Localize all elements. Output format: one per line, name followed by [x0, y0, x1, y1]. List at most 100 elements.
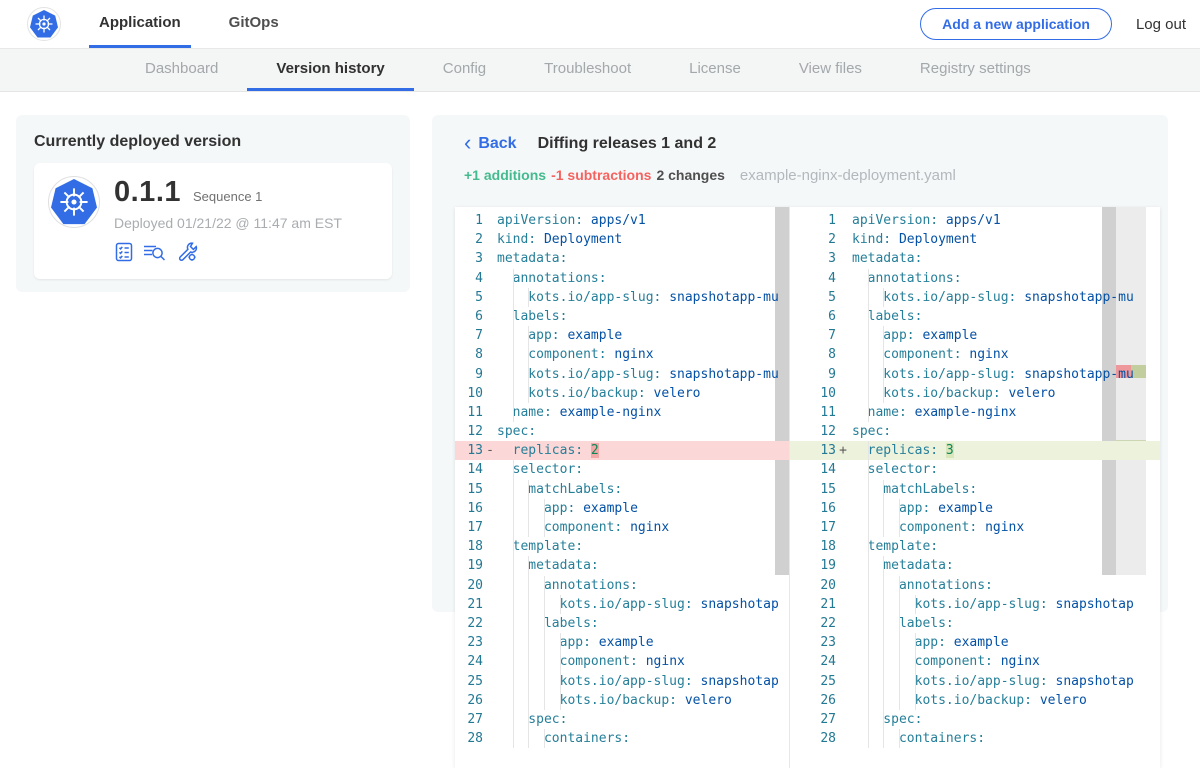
- add-application-button[interactable]: Add a new application: [920, 8, 1112, 40]
- indent-guide: [899, 614, 900, 633]
- indent-guide: [883, 480, 884, 499]
- indent-guide: [899, 652, 900, 671]
- subnav-view-files[interactable]: View files: [770, 49, 891, 91]
- diff-line: 20 annotations:: [790, 576, 1160, 595]
- indent-guide: [544, 576, 545, 595]
- indent-guide: [560, 595, 561, 614]
- line-number: 10: [790, 384, 836, 403]
- indent-guide: [560, 652, 561, 671]
- diff-line: 13+ replicas: 3: [790, 441, 1160, 460]
- indent-guide: [868, 556, 869, 575]
- line-number: 11: [790, 403, 836, 422]
- deployed-version-tile: 0.1.1 Sequence 1 Deployed 01/21/22 @ 11:…: [34, 163, 392, 279]
- indent-guide: [883, 595, 884, 614]
- line-number: 28: [790, 729, 836, 748]
- preflight-checklist-icon[interactable]: [114, 242, 134, 262]
- diff-line: 16 app: example: [790, 499, 1160, 518]
- diff-line: 18 template:: [455, 537, 789, 556]
- diff-line: 26 kots.io/backup: velero: [790, 691, 1160, 710]
- line-number: 23: [790, 633, 836, 652]
- diff-line: 4 annotations:: [790, 269, 1160, 288]
- indent-guide: [513, 499, 514, 518]
- line-number: 22: [790, 614, 836, 633]
- indent-guide: [513, 672, 514, 691]
- diff-line: 27 spec:: [455, 710, 789, 729]
- indent-guide: [899, 576, 900, 595]
- diff-line: 12spec:: [455, 422, 789, 441]
- back-label: Back: [478, 135, 516, 153]
- subnav-config[interactable]: Config: [414, 49, 515, 91]
- indent-guide: [883, 633, 884, 652]
- diff-line: 21 kots.io/app-slug: snapshotap: [455, 595, 789, 614]
- diff-line: 3metadata:: [455, 249, 789, 268]
- line-number: 25: [455, 672, 483, 691]
- back-button[interactable]: ‹ Back: [464, 135, 517, 153]
- line-number: 26: [790, 691, 836, 710]
- line-number: 16: [790, 499, 836, 518]
- subnav-license[interactable]: License: [660, 49, 770, 91]
- diff-line: 9 kots.io/app-slug: snapshotapp-mu: [790, 365, 1160, 384]
- indent-guide: [883, 499, 884, 518]
- logout-link[interactable]: Log out: [1136, 16, 1186, 33]
- additions-count: +1 additions: [464, 167, 546, 183]
- indent-guide: [513, 537, 514, 556]
- deployed-sequence: Sequence 1: [193, 189, 262, 204]
- indent-guide: [513, 710, 514, 729]
- ship-wheel-icon: [34, 14, 54, 34]
- diff-line: 11 name: example-nginx: [455, 403, 789, 422]
- line-number: 15: [790, 480, 836, 499]
- release-notes-icon[interactable]: [143, 242, 167, 262]
- indent-guide: [868, 633, 869, 652]
- diff-line: 10 kots.io/backup: velero: [455, 384, 789, 403]
- indent-guide: [528, 595, 529, 614]
- line-number: 2: [455, 230, 483, 249]
- indent-guide: [899, 691, 900, 710]
- top-nav: Application GitOps Add a new application…: [0, 0, 1200, 48]
- diff-line: 3metadata:: [790, 249, 1160, 268]
- line-number: 16: [455, 499, 483, 518]
- indent-guide: [513, 576, 514, 595]
- tab-gitops[interactable]: GitOps: [219, 0, 289, 48]
- diff-line: 11 name: example-nginx: [790, 403, 1160, 422]
- line-number: 3: [790, 249, 836, 268]
- indent-guide: [868, 537, 869, 556]
- line-number: 18: [790, 537, 836, 556]
- line-number: 20: [455, 576, 483, 595]
- indent-guide: [513, 403, 514, 422]
- diff-line: 26 kots.io/backup: velero: [455, 691, 789, 710]
- subnav-troubleshoot[interactable]: Troubleshoot: [515, 49, 660, 91]
- config-tools-icon[interactable]: [176, 241, 198, 262]
- indent-guide: [883, 652, 884, 671]
- chevron-left-icon: ‹: [464, 136, 471, 150]
- tab-application[interactable]: Application: [89, 0, 191, 48]
- indent-guide: [868, 614, 869, 633]
- indent-guide: [868, 710, 869, 729]
- diff-line: 28 containers:: [790, 729, 1160, 748]
- line-number: 9: [455, 365, 483, 384]
- indent-guide: [544, 672, 545, 691]
- diff-line: 10 kots.io/backup: velero: [790, 384, 1160, 403]
- line-number: 22: [455, 614, 483, 633]
- line-number: 14: [455, 460, 483, 479]
- subnav-registry-settings[interactable]: Registry settings: [891, 49, 1060, 91]
- indent-guide: [544, 518, 545, 537]
- subnav-version-history[interactable]: Version history: [247, 49, 413, 91]
- subnav-dashboard[interactable]: Dashboard: [116, 49, 247, 91]
- indent-guide: [513, 556, 514, 575]
- line-number: 4: [790, 269, 836, 288]
- diff-line: 14 selector:: [790, 460, 1160, 479]
- line-number: 24: [455, 652, 483, 671]
- line-number: 7: [455, 326, 483, 345]
- line-number: 26: [455, 691, 483, 710]
- indent-guide: [513, 441, 514, 460]
- indent-guide: [513, 633, 514, 652]
- indent-guide: [528, 480, 529, 499]
- line-number: 6: [790, 307, 836, 326]
- indent-guide: [544, 499, 545, 518]
- indent-guide: [868, 576, 869, 595]
- diff-line: 24 component: nginx: [790, 652, 1160, 671]
- line-number: 1: [790, 211, 836, 230]
- line-number: 6: [455, 307, 483, 326]
- line-number: 1: [455, 211, 483, 230]
- indent-guide: [513, 384, 514, 403]
